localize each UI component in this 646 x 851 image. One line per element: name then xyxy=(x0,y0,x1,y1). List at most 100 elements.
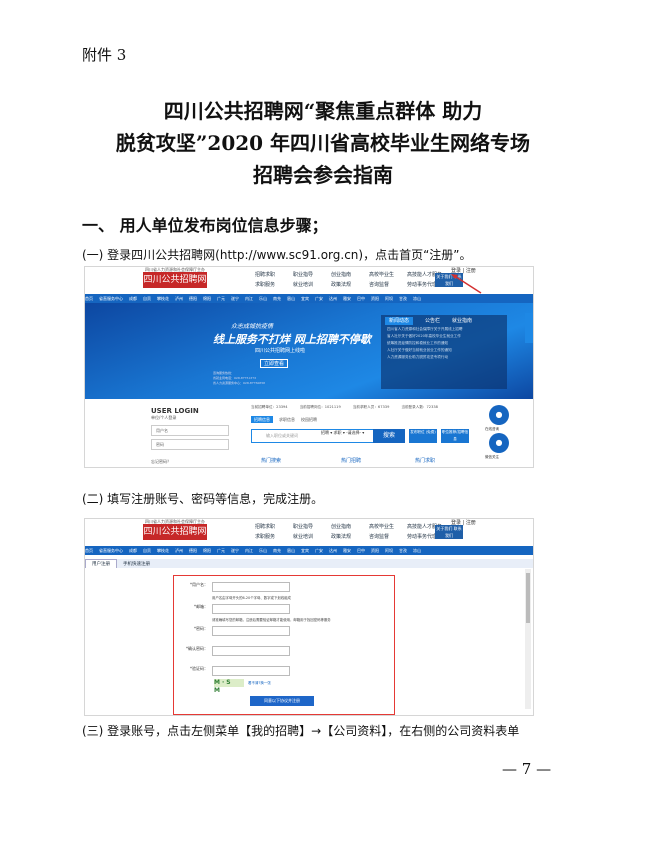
confirm-password-input[interactable] xyxy=(212,646,290,656)
city-item[interactable]: 巴中 xyxy=(357,296,365,301)
city-item[interactable]: 遂宁 xyxy=(231,548,239,553)
news-item[interactable]: 统筹推进疫情防控和稳就业工作的通知 xyxy=(381,340,507,347)
site-logo[interactable]: 四川公共招聘网 xyxy=(143,524,207,540)
city-item[interactable]: 宜宾 xyxy=(301,548,309,553)
city-item[interactable]: 甘孜 xyxy=(399,296,407,301)
city-item[interactable]: 内江 xyxy=(245,296,253,301)
city-item[interactable]: 内江 xyxy=(245,548,253,553)
wechat-icon[interactable]: ● xyxy=(489,433,509,453)
city-item[interactable]: 宜宾 xyxy=(301,296,309,301)
tab-job-info[interactable]: 招聘信息 xyxy=(251,416,273,423)
job-recommend-button[interactable]: 职位推荐/招聘信息 xyxy=(441,429,469,443)
city-item[interactable]: 广安 xyxy=(315,296,323,301)
nav-item[interactable]: 职业指导 xyxy=(293,271,331,278)
city-item[interactable]: 广安 xyxy=(315,548,323,553)
tab-user-register[interactable]: 用户注册 xyxy=(85,559,117,568)
city-item[interactable]: 成都 xyxy=(129,296,137,301)
city-item[interactable]: 首页 xyxy=(85,296,93,301)
city-item[interactable]: 泸州 xyxy=(175,548,183,553)
tab-seeker-info[interactable]: 求职信息 xyxy=(279,417,295,422)
nav-item[interactable]: 咨询监督 xyxy=(369,281,407,288)
tab-news[interactable]: 新闻动态 xyxy=(385,317,414,325)
hot-seekers-label[interactable]: 热门求职 xyxy=(415,457,435,464)
city-item[interactable]: 阿坝 xyxy=(385,296,393,301)
username-input[interactable] xyxy=(212,582,290,592)
hot-search-label[interactable]: 热门搜索 xyxy=(261,457,281,464)
city-item[interactable]: 巴中 xyxy=(357,548,365,553)
register-submit-button[interactable]: 同意以下协议并注册 xyxy=(250,696,314,706)
city-item[interactable]: 雅安 xyxy=(343,548,351,553)
nav-item[interactable]: 职业指导 xyxy=(293,523,331,530)
about-us-button[interactable]: 关于我们 联系我们 xyxy=(435,525,463,539)
city-item[interactable]: 德阳 xyxy=(189,296,197,301)
nav-item[interactable]: 就业培训 xyxy=(293,533,331,540)
search-type-select[interactable]: 招聘 ▾ 求职 ▾ -请选择- ▾ xyxy=(321,430,369,440)
city-item[interactable]: 遂宁 xyxy=(231,296,239,301)
city-item[interactable]: 甘孜 xyxy=(399,548,407,553)
nav-item[interactable]: 就业培训 xyxy=(293,281,331,288)
search-button[interactable]: 搜索 xyxy=(373,429,405,443)
register-link[interactable]: 登录 | 注册 xyxy=(451,519,476,526)
city-item[interactable]: 德阳 xyxy=(189,548,197,553)
email-input[interactable] xyxy=(212,604,290,614)
nav-item[interactable]: 政策法规 xyxy=(331,533,369,540)
chat-icon[interactable]: ● xyxy=(489,405,509,425)
hot-jobs-label[interactable]: 热门招聘 xyxy=(341,457,361,464)
news-item[interactable]: 四川省人力资源和社会保障厅关于开展线上招聘 xyxy=(381,326,507,333)
city-item[interactable]: 攀枝花 xyxy=(157,548,169,553)
captcha-refresh-link[interactable]: 看不清?换一张 xyxy=(248,681,271,686)
login-username-input[interactable]: 用户名 xyxy=(151,425,229,436)
city-item[interactable]: 阿坝 xyxy=(385,548,393,553)
city-item[interactable]: 资阳 xyxy=(371,296,379,301)
city-item[interactable]: 凉山 xyxy=(413,296,421,301)
password-input[interactable] xyxy=(212,626,290,636)
city-item[interactable]: 凉山 xyxy=(413,548,421,553)
nav-item[interactable]: 高校毕业生 xyxy=(369,523,407,530)
forgot-password-link[interactable]: 忘记密码？ xyxy=(151,459,171,465)
nav-item[interactable]: 求职服务 xyxy=(255,533,293,540)
nav-item[interactable]: 创业指南 xyxy=(331,523,369,530)
tab-campus[interactable]: 校园招聘 xyxy=(301,417,317,422)
tab-guide[interactable]: 就业指南 xyxy=(452,318,472,324)
city-item[interactable]: 乐山 xyxy=(259,296,267,301)
captcha-input[interactable] xyxy=(212,666,290,676)
city-item[interactable]: 省直服务中心 xyxy=(99,548,123,553)
site-logo[interactable]: 四川公共招聘网 xyxy=(143,272,207,288)
city-item[interactable]: 南充 xyxy=(273,296,281,301)
news-item[interactable]: 人力资源服务业助力脱贫攻坚专项行动 xyxy=(381,354,507,361)
city-item[interactable]: 广元 xyxy=(217,548,225,553)
city-item[interactable]: 省直服务中心 xyxy=(99,296,123,301)
city-item[interactable]: 眉山 xyxy=(287,296,295,301)
city-item[interactable]: 眉山 xyxy=(287,548,295,553)
city-item[interactable]: 自贡 xyxy=(143,548,151,553)
nav-item[interactable]: 咨询监督 xyxy=(369,533,407,540)
post-job-button[interactable]: 发布职位 (免费) xyxy=(409,429,437,443)
nav-item[interactable]: 招聘求职 xyxy=(255,271,293,278)
captcha-image[interactable]: M·S M xyxy=(214,679,244,694)
tab-mobile-register[interactable]: 手机快速注册 xyxy=(117,560,156,568)
city-item[interactable]: 绵阳 xyxy=(203,296,211,301)
nav-item[interactable]: 政策法规 xyxy=(331,281,369,288)
city-item[interactable]: 达州 xyxy=(329,548,337,553)
scrollbar[interactable] xyxy=(525,569,531,709)
city-item[interactable]: 南充 xyxy=(273,548,281,553)
news-item[interactable]: 人社厅关于做好当前就业创业工作的通知 xyxy=(381,347,507,354)
city-item[interactable]: 泸州 xyxy=(175,296,183,301)
city-item[interactable]: 绵阳 xyxy=(203,548,211,553)
nav-item[interactable]: 招聘求职 xyxy=(255,523,293,530)
tab-notice[interactable]: 公告栏 xyxy=(425,318,440,324)
nav-item[interactable]: 高校毕业生 xyxy=(369,271,407,278)
nav-item[interactable]: 创业指南 xyxy=(331,271,369,278)
news-item[interactable]: 省人社厅关于做好2020年高校毕业生就业工作 xyxy=(381,333,507,340)
city-item[interactable]: 资阳 xyxy=(371,548,379,553)
city-item[interactable]: 达州 xyxy=(329,296,337,301)
city-item[interactable]: 成都 xyxy=(129,548,137,553)
banner-view-button[interactable]: 立即查看 xyxy=(260,359,289,368)
city-item[interactable]: 攀枝花 xyxy=(157,296,169,301)
city-item[interactable]: 首页 xyxy=(85,548,93,553)
city-item[interactable]: 乐山 xyxy=(259,548,267,553)
city-item[interactable]: 雅安 xyxy=(343,296,351,301)
login-password-input[interactable]: 密码 xyxy=(151,439,229,450)
city-item[interactable]: 广元 xyxy=(217,296,225,301)
nav-item[interactable]: 求职服务 xyxy=(255,281,293,288)
